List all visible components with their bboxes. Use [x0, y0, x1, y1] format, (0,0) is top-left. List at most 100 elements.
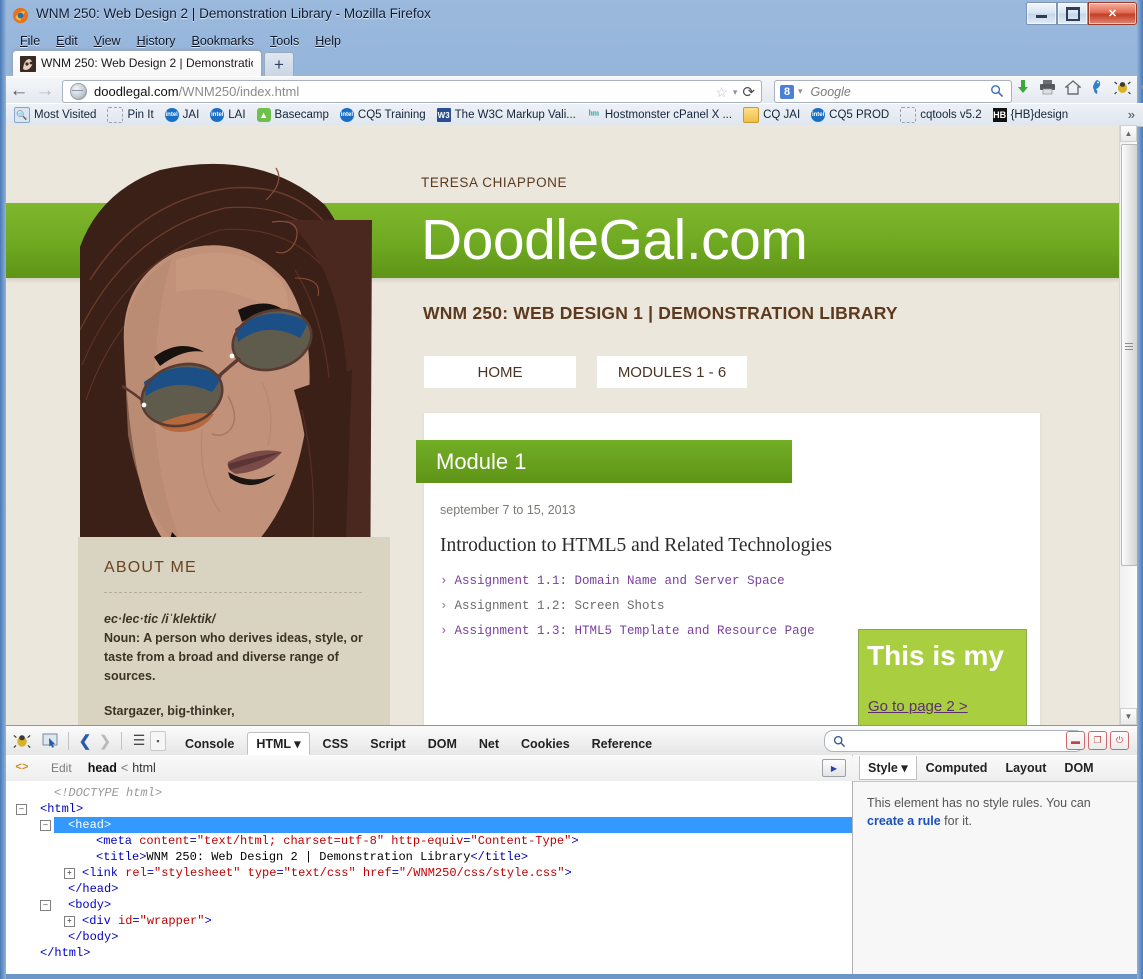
firebug-options-icon[interactable]: ▪	[150, 730, 166, 751]
breadcrumb-parent[interactable]: html	[132, 761, 156, 775]
search-magnifier-icon[interactable]	[990, 84, 1004, 98]
menu-item-file[interactable]: File	[12, 32, 48, 50]
expand-twisty-icon[interactable]: +	[64, 916, 75, 927]
firebug-bug-icon[interactable]	[10, 729, 34, 753]
bookmark-item[interactable]: CQ JAI	[743, 107, 800, 123]
code-line[interactable]: <link rel="stylesheet" type="text/css" h…	[82, 865, 572, 881]
menu-item-history[interactable]: History	[129, 32, 184, 50]
style-tab-dom[interactable]: DOM	[1055, 757, 1102, 779]
firebug-tab-cookies[interactable]: Cookies	[512, 733, 579, 755]
firebug-tab-html[interactable]: HTML ▾	[247, 732, 310, 755]
bookmark-item[interactable]: intel CQ5 PROD	[811, 108, 889, 122]
bookmark-item[interactable]: ʰᵐ Hostmonster cPanel X ...	[587, 107, 733, 122]
assignment-link[interactable]: Assignment 1.1: Domain Name and Server S…	[455, 574, 785, 588]
firebug-minimize-button[interactable]: ▬	[1066, 731, 1085, 750]
breadcrumb-current[interactable]: head	[88, 761, 117, 775]
firebug-tab-console[interactable]: Console	[176, 733, 243, 755]
bookmark-item[interactable]: intel JAI	[164, 108, 199, 122]
download-arrow-icon[interactable]	[1016, 79, 1030, 95]
code-line[interactable]: <body>	[68, 897, 111, 913]
code-line[interactable]: <div id="wrapper">	[82, 913, 212, 929]
bookmark-item[interactable]: cqtools v5.2	[900, 107, 982, 123]
firebug-bug-icon[interactable]	[1114, 80, 1131, 95]
style-tab-style[interactable]: Style ▾	[859, 756, 917, 780]
bookmark-item[interactable]: HB {HB}design	[992, 108, 1068, 122]
scroll-down-button[interactable]: ▼	[1120, 708, 1137, 725]
collapse-twisty-icon[interactable]: –	[16, 804, 27, 815]
code-line[interactable]: <meta content="text/html; charset=utf-8"…	[96, 833, 579, 849]
menu-item-tools[interactable]: Tools	[262, 32, 307, 50]
menu-item-view[interactable]: View	[86, 32, 129, 50]
firebug-back-icon[interactable]: ❮	[75, 732, 95, 750]
maximize-button[interactable]	[1057, 2, 1088, 25]
bookmark-label: CQ5 PROD	[829, 109, 890, 121]
seahorse-icon[interactable]	[1090, 79, 1105, 95]
menu-item-help[interactable]: Help	[307, 32, 349, 50]
code-line[interactable]: </body>	[68, 929, 118, 945]
bookmark-star-icon[interactable]: ☆	[715, 84, 728, 101]
list-item[interactable]: › Assignment 1.3: HTML5 Template and Reso…	[440, 619, 815, 644]
collapse-twisty-icon[interactable]: –	[40, 900, 51, 911]
menu-item-edit[interactable]: Edit	[48, 32, 86, 50]
firebug-tab-reference[interactable]: Reference	[583, 733, 661, 755]
printer-icon[interactable]	[1039, 79, 1056, 95]
forward-icon[interactable]: →	[32, 78, 58, 104]
list-item[interactable]: › Assignment 1.1: Domain Name and Server …	[440, 569, 815, 594]
create-rule-link[interactable]: create a rule	[867, 814, 941, 828]
firebug-tab-dom[interactable]: DOM	[419, 733, 466, 755]
firebug-html-source[interactable]: <!DOCTYPE html> – <html> – <head> <meta conte…	[6, 781, 853, 974]
nav-button-modules[interactable]: MODULES 1 - 6	[597, 356, 747, 388]
code-line[interactable]: <title>WNM 250: Web Design 2 | Demonstra…	[96, 849, 528, 865]
code-line[interactable]: <!DOCTYPE html>	[54, 785, 162, 801]
promo-link[interactable]: Go to page 2 >	[868, 698, 968, 715]
bookmark-item[interactable]: Pin It	[107, 107, 154, 123]
chevron-down-icon[interactable]: ▾	[733, 87, 738, 98]
new-tab-button[interactable]: +	[264, 52, 294, 77]
firebug-detach-button[interactable]: ❐	[1088, 731, 1107, 750]
google-engine-icon[interactable]: 8	[780, 84, 794, 99]
bookmark-item[interactable]: 🔍 Most Visited	[14, 107, 96, 123]
firebug-tab-script[interactable]: Script	[361, 733, 414, 755]
code-brackets-icon[interactable]: <>	[11, 758, 33, 778]
scrollbar-thumb[interactable]	[1121, 144, 1137, 566]
expand-twisty-icon[interactable]: +	[64, 868, 75, 879]
menu-item-bookmarks[interactable]: Bookmarks	[184, 32, 263, 50]
firebug-forward-icon[interactable]: ❯	[95, 732, 115, 750]
firebug-close-button[interactable]: ⏻	[1110, 731, 1129, 750]
list-item[interactable]: › Assignment 1.2: Screen Shots	[440, 594, 815, 619]
bookmark-item[interactable]: intel LAI	[210, 108, 246, 122]
firebug-tab-net[interactable]: Net	[470, 733, 508, 755]
assignment-link[interactable]: Assignment 1.2: Screen Shots	[455, 599, 665, 613]
scroll-up-button[interactable]: ▲	[1120, 125, 1137, 142]
firebug-menu-icon[interactable]: ☰	[128, 732, 150, 749]
bookmark-item[interactable]: intel CQ5 Training	[339, 108, 426, 122]
bookmark-item[interactable]: ▲ Basecamp	[256, 108, 329, 122]
page-scrollbar[interactable]: ▲ ▼	[1119, 125, 1137, 725]
inspect-element-icon[interactable]	[38, 729, 62, 753]
code-line[interactable]: <head>	[68, 817, 111, 833]
reload-icon[interactable]: ⟳	[742, 83, 755, 101]
assignment-link[interactable]: Assignment 1.3: HTML5 Template and Resou…	[455, 624, 815, 638]
search-engine-caret-icon[interactable]: ▾	[798, 86, 803, 97]
style-tab-computed[interactable]: Computed	[917, 757, 997, 779]
home-icon[interactable]	[1065, 79, 1081, 95]
code-line[interactable]: <html>	[40, 801, 83, 817]
browser-tab-active[interactable]: WNM 250: Web Design 2 | Demonstratio...	[12, 50, 262, 77]
nav-button-home[interactable]: HOME	[424, 356, 576, 388]
edit-button[interactable]: Edit	[51, 761, 72, 775]
search-bar[interactable]: 8 ▾ Google	[774, 80, 1012, 103]
back-icon[interactable]: ←	[6, 78, 32, 104]
firebug-search-input[interactable]	[824, 730, 1084, 752]
style-tab-layout[interactable]: Layout	[996, 757, 1055, 779]
bookmark-item[interactable]: W3 The W3C Markup Vali...	[436, 108, 576, 122]
url-bar[interactable]: doodlegal.com/WNM250/index.html ☆ ▾ ⟳	[62, 80, 762, 103]
firebug-tab-css[interactable]: CSS	[314, 733, 358, 755]
code-line[interactable]: </head>	[68, 881, 118, 897]
bookmarks-overflow-icon[interactable]: »	[1128, 107, 1135, 122]
close-button[interactable]: ✕	[1088, 2, 1137, 25]
panel-toggle-button[interactable]: ▶	[822, 759, 846, 777]
code-token: rel	[125, 866, 147, 880]
minimize-button[interactable]	[1026, 2, 1057, 25]
code-line[interactable]: </html>	[40, 945, 90, 961]
collapse-twisty-icon[interactable]: –	[40, 820, 51, 831]
